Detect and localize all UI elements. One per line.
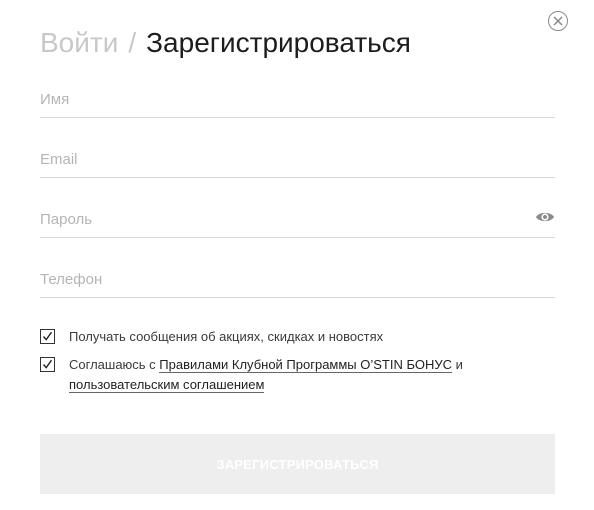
- news-consent-label: Получать сообщения об акциях, скидках и …: [69, 329, 384, 344]
- name-field[interactable]: [40, 84, 555, 114]
- news-consent-checkbox[interactable]: [40, 329, 55, 344]
- check-icon: [42, 359, 53, 369]
- tab-register: Зарегистрироваться: [146, 27, 411, 58]
- password-field[interactable]: [40, 204, 520, 234]
- agreement-consent-label: Соглашаюсь с Правилами Клубной Программы…: [69, 355, 555, 395]
- agreement-prefix: Соглашаюсь с: [69, 357, 160, 372]
- show-password-toggle[interactable]: [535, 209, 555, 225]
- auth-tabs: Войти / Зарегистрироваться: [40, 25, 411, 61]
- email-field-wrapper: [40, 144, 555, 178]
- agreement-middle: и: [452, 357, 463, 372]
- eye-icon: [536, 212, 554, 222]
- password-field-wrapper: [40, 204, 555, 238]
- agreement-consent-checkbox[interactable]: [40, 357, 55, 372]
- rules-link[interactable]: Правилами Клубной Программы O’STIN БОНУС: [159, 357, 453, 373]
- register-submit-button[interactable]: ЗАРЕГИСТРИРОВАТЬСЯ: [40, 434, 555, 494]
- tab-login[interactable]: Войти: [40, 25, 118, 61]
- email-field[interactable]: [40, 144, 555, 174]
- tab-separator: /: [128, 27, 137, 58]
- agreement-consent-row: Соглашаюсь с Правилами Клубной Программы…: [40, 355, 555, 395]
- phone-field[interactable]: [40, 264, 555, 294]
- user-agreement-link[interactable]: пользовательским соглашением: [69, 377, 265, 393]
- name-field-wrapper: [40, 84, 555, 118]
- check-icon: [42, 331, 53, 341]
- close-button[interactable]: [548, 11, 568, 31]
- phone-field-wrapper: [40, 264, 555, 298]
- close-icon: [553, 16, 563, 26]
- news-consent-row: Получать сообщения об акциях, скидках и …: [40, 327, 555, 347]
